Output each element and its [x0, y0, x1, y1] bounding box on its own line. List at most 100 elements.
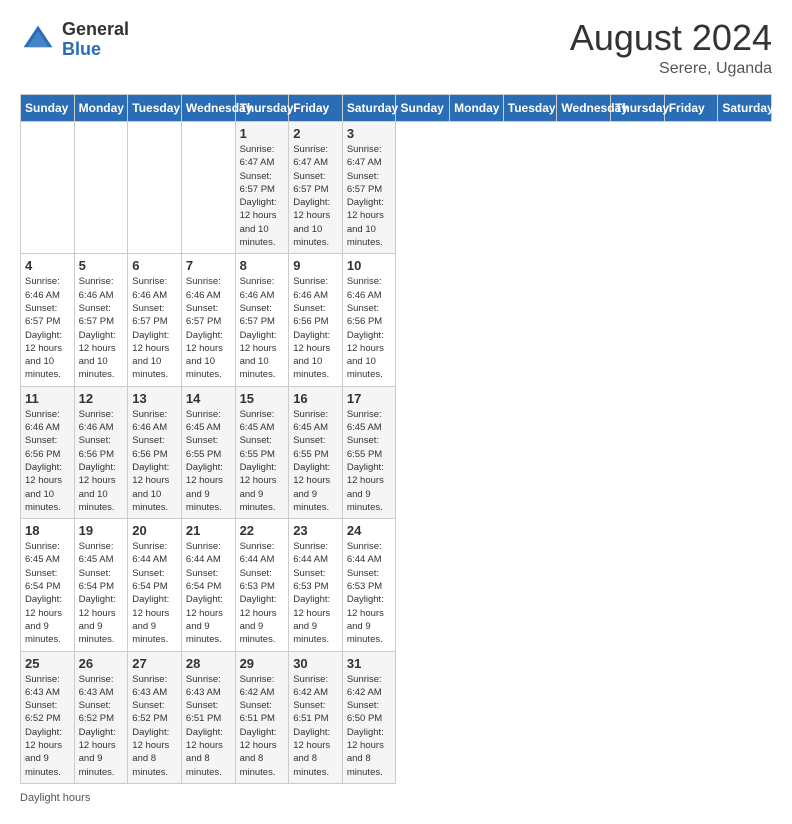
- day-number: 6: [132, 258, 177, 273]
- calendar-cell-4: [181, 122, 235, 254]
- calendar-cell-28: 24Sunrise: 6:44 AM Sunset: 6:53 PM Dayli…: [342, 519, 396, 651]
- footer-note: Daylight hours: [20, 792, 772, 804]
- calendar-cell-1: [21, 122, 75, 254]
- logo: General Blue: [20, 20, 129, 60]
- day-info: Sunrise: 6:45 AM Sunset: 6:55 PM Dayligh…: [240, 408, 285, 514]
- col-header-monday: Monday: [74, 95, 128, 122]
- day-info: Sunrise: 6:43 AM Sunset: 6:52 PM Dayligh…: [25, 673, 70, 779]
- day-number: 30: [293, 656, 338, 671]
- day-info: Sunrise: 6:46 AM Sunset: 6:56 PM Dayligh…: [132, 408, 177, 514]
- day-number: 7: [186, 258, 231, 273]
- day-number: 18: [25, 523, 70, 538]
- calendar-cell-34: 30 Sunrise: 6:42 AM Sunset: 6:51 PM Dayli…: [289, 651, 343, 783]
- day-number: 5: [79, 258, 124, 273]
- day-info: Sunrise: 6:44 AM Sunset: 6:53 PM Dayligh…: [347, 540, 392, 646]
- calendar-cell-19: 15Sunrise: 6:45 AM Sunset: 6:55 PM Dayli…: [235, 386, 289, 518]
- col-header-tuesday: Tuesday: [128, 95, 182, 122]
- day-number: 4: [25, 258, 70, 273]
- day-number: 17: [347, 391, 392, 406]
- calendar-cell-29: 25 Sunrise: 6:43 AM Sunset: 6:52 PM Dayli…: [21, 651, 75, 783]
- day-info: Sunrise: 6:44 AM Sunset: 6:54 PM Dayligh…: [186, 540, 231, 646]
- calendar-cell-9: 5 Sunrise: 6:46 AM Sunset: 6:57 PM Daylig…: [74, 254, 128, 386]
- day-number: 31: [347, 656, 392, 671]
- week-row-1: 1 Sunrise: 6:47 AM Sunset: 6:57 PM Daylig…: [21, 122, 772, 254]
- day-info: Sunrise: 6:46 AM Sunset: 6:56 PM Dayligh…: [347, 275, 392, 381]
- calendar-table: SundayMondayTuesdayWednesdayThursdayFrid…: [20, 94, 772, 784]
- month-year: August 2024: [570, 20, 772, 56]
- col-header-thursday: Thursday: [235, 95, 289, 122]
- col-header-friday: Friday: [664, 95, 718, 122]
- week-row-2: 4 Sunrise: 6:46 AM Sunset: 6:57 PM Daylig…: [21, 254, 772, 386]
- calendar-cell-26: 22 Sunrise: 6:44 AM Sunset: 6:53 PM Dayli…: [235, 519, 289, 651]
- logo-text: General Blue: [62, 20, 129, 60]
- col-header-saturday: Saturday: [342, 95, 396, 122]
- day-info: Sunrise: 6:43 AM Sunset: 6:51 PM Dayligh…: [186, 673, 231, 779]
- calendar-header-row: SundayMondayTuesdayWednesdayThursdayFrid…: [21, 95, 772, 122]
- day-number: 3: [347, 126, 392, 141]
- day-info: Sunrise: 6:47 AM Sunset: 6:57 PM Dayligh…: [293, 143, 338, 249]
- col-header-thursday: Thursday: [611, 95, 665, 122]
- day-number: 16: [293, 391, 338, 406]
- calendar-cell-2: [74, 122, 128, 254]
- calendar-cell-13: 9 Sunrise: 6:46 AM Sunset: 6:56 PM Daylig…: [289, 254, 343, 386]
- calendar-cell-35: 31 Sunrise: 6:42 AM Sunset: 6:50 PM Dayli…: [342, 651, 396, 783]
- day-info: Sunrise: 6:45 AM Sunset: 6:55 PM Dayligh…: [293, 408, 338, 514]
- calendar-cell-7: 3Sunrise: 6:47 AM Sunset: 6:57 PM Daylig…: [342, 122, 396, 254]
- day-number: 14: [186, 391, 231, 406]
- title-section: August 2024 Serere, Uganda: [570, 20, 772, 78]
- calendar-cell-6: 2Sunrise: 6:47 AM Sunset: 6:57 PM Daylig…: [289, 122, 343, 254]
- day-info: Sunrise: 6:46 AM Sunset: 6:56 PM Dayligh…: [293, 275, 338, 381]
- day-info: Sunrise: 6:42 AM Sunset: 6:51 PM Dayligh…: [293, 673, 338, 779]
- calendar-cell-31: 27 Sunrise: 6:43 AM Sunset: 6:52 PM Dayli…: [128, 651, 182, 783]
- day-info: Sunrise: 6:46 AM Sunset: 6:56 PM Dayligh…: [25, 408, 70, 514]
- calendar-cell-18: 14 Sunrise: 6:45 AM Sunset: 6:55 PM Dayli…: [181, 386, 235, 518]
- day-number: 1: [240, 126, 285, 141]
- calendar-cell-23: 19Sunrise: 6:45 AM Sunset: 6:54 PM Dayli…: [74, 519, 128, 651]
- day-info: Sunrise: 6:42 AM Sunset: 6:50 PM Dayligh…: [347, 673, 392, 779]
- day-info: Sunrise: 6:46 AM Sunset: 6:57 PM Dayligh…: [79, 275, 124, 381]
- calendar-cell-16: 12Sunrise: 6:46 AM Sunset: 6:56 PM Dayli…: [74, 386, 128, 518]
- col-header-sunday: Sunday: [396, 95, 450, 122]
- calendar-cell-33: 29Sunrise: 6:42 AM Sunset: 6:51 PM Dayli…: [235, 651, 289, 783]
- day-number: 21: [186, 523, 231, 538]
- calendar-cell-32: 28Sunrise: 6:43 AM Sunset: 6:51 PM Dayli…: [181, 651, 235, 783]
- calendar-cell-24: 20 Sunrise: 6:44 AM Sunset: 6:54 PM Dayli…: [128, 519, 182, 651]
- day-info: Sunrise: 6:45 AM Sunset: 6:55 PM Dayligh…: [186, 408, 231, 514]
- week-row-4: 18 Sunrise: 6:45 AM Sunset: 6:54 PM Dayli…: [21, 519, 772, 651]
- col-header-friday: Friday: [289, 95, 343, 122]
- logo-general: General: [62, 20, 129, 40]
- logo-icon: [20, 22, 56, 58]
- week-row-3: 11 Sunrise: 6:46 AM Sunset: 6:56 PM Dayli…: [21, 386, 772, 518]
- col-header-monday: Monday: [450, 95, 504, 122]
- col-header-sunday: Sunday: [21, 95, 75, 122]
- day-info: Sunrise: 6:43 AM Sunset: 6:52 PM Dayligh…: [132, 673, 177, 779]
- day-number: 23: [293, 523, 338, 538]
- logo-blue: Blue: [62, 40, 129, 60]
- day-number: 25: [25, 656, 70, 671]
- day-info: Sunrise: 6:46 AM Sunset: 6:57 PM Dayligh…: [25, 275, 70, 381]
- col-header-tuesday: Tuesday: [503, 95, 557, 122]
- day-number: 26: [79, 656, 124, 671]
- calendar-cell-30: 26 Sunrise: 6:43 AM Sunset: 6:52 PM Dayli…: [74, 651, 128, 783]
- day-info: Sunrise: 6:47 AM Sunset: 6:57 PM Dayligh…: [240, 143, 285, 249]
- day-info: Sunrise: 6:43 AM Sunset: 6:52 PM Dayligh…: [79, 673, 124, 779]
- day-number: 11: [25, 391, 70, 406]
- day-number: 22: [240, 523, 285, 538]
- day-number: 9: [293, 258, 338, 273]
- day-info: Sunrise: 6:46 AM Sunset: 6:57 PM Dayligh…: [132, 275, 177, 381]
- calendar-cell-14: 10 Sunrise: 6:46 AM Sunset: 6:56 PM Dayli…: [342, 254, 396, 386]
- calendar-cell-10: 6 Sunrise: 6:46 AM Sunset: 6:57 PM Daylig…: [128, 254, 182, 386]
- day-info: Sunrise: 6:44 AM Sunset: 6:54 PM Dayligh…: [132, 540, 177, 646]
- day-number: 29: [240, 656, 285, 671]
- day-info: Sunrise: 6:45 AM Sunset: 6:54 PM Dayligh…: [25, 540, 70, 646]
- day-info: Sunrise: 6:44 AM Sunset: 6:53 PM Dayligh…: [293, 540, 338, 646]
- day-number: 20: [132, 523, 177, 538]
- day-number: 13: [132, 391, 177, 406]
- day-number: 27: [132, 656, 177, 671]
- calendar-cell-21: 17Sunrise: 6:45 AM Sunset: 6:55 PM Dayli…: [342, 386, 396, 518]
- calendar-cell-22: 18 Sunrise: 6:45 AM Sunset: 6:54 PM Dayli…: [21, 519, 75, 651]
- day-number: 10: [347, 258, 392, 273]
- calendar-cell-5: 1 Sunrise: 6:47 AM Sunset: 6:57 PM Daylig…: [235, 122, 289, 254]
- week-row-5: 25 Sunrise: 6:43 AM Sunset: 6:52 PM Dayli…: [21, 651, 772, 783]
- day-info: Sunrise: 6:44 AM Sunset: 6:53 PM Dayligh…: [240, 540, 285, 646]
